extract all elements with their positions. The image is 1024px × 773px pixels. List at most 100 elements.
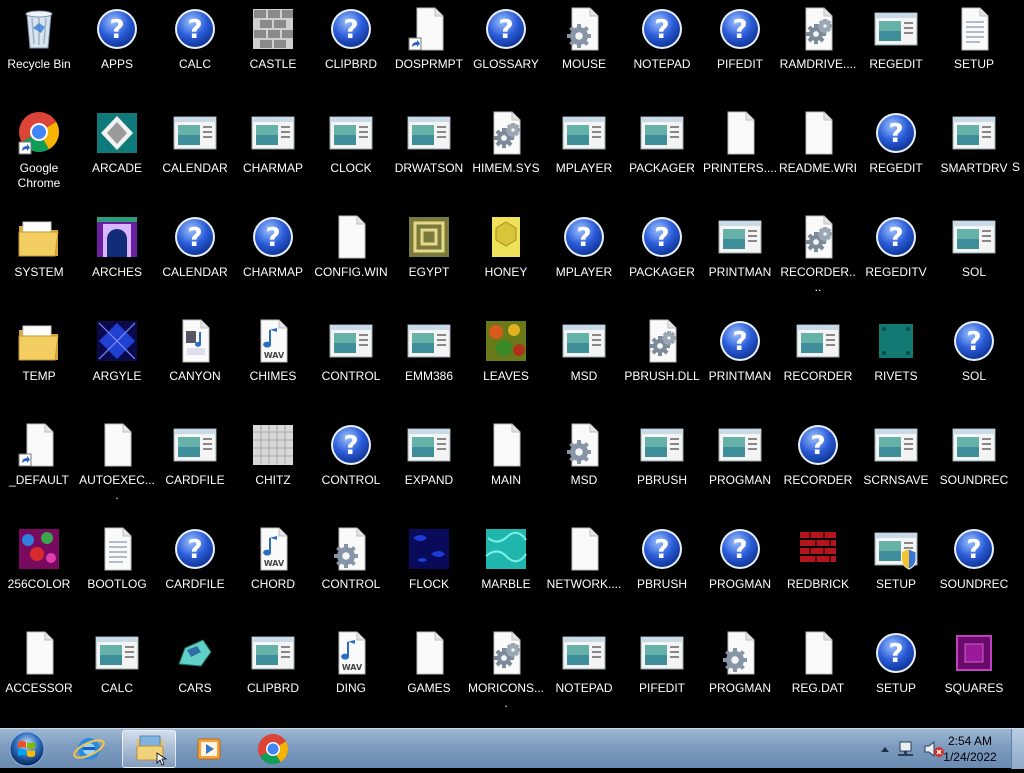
desktop-icon[interactable]: FLOCK bbox=[390, 520, 468, 620]
desktop-icon[interactable]: _DEFAULT bbox=[0, 416, 78, 516]
desktop-icon[interactable]: PBRUSH bbox=[623, 416, 701, 516]
desktop-icon[interactable]: HIMEM.SYS bbox=[467, 104, 545, 204]
desktop-icon[interactable]: CONTROL bbox=[312, 312, 390, 412]
desktop-icon[interactable]: BOOTLOG bbox=[78, 520, 156, 620]
desktop-icon[interactable]: CANYON bbox=[156, 312, 234, 412]
start-button[interactable] bbox=[4, 730, 50, 768]
desktop-icon[interactable]: SETUP bbox=[857, 520, 935, 620]
desktop-icon[interactable]: CLOCK bbox=[312, 104, 390, 204]
taskbar-clock[interactable]: 2:54 AM 1/24/2022 bbox=[930, 733, 1010, 765]
desktop-icon[interactable]: Google Chrome bbox=[0, 104, 78, 204]
desktop-icon[interactable]: SCRNSAVE bbox=[857, 416, 935, 516]
desktop-icon[interactable]: ? CALC bbox=[156, 0, 234, 100]
desktop-icon[interactable]: SOL bbox=[935, 208, 1013, 308]
desktop-icon[interactable]: ARCADE bbox=[78, 104, 156, 204]
desktop-icon[interactable]: ARGYLE bbox=[78, 312, 156, 412]
desktop-icon[interactable]: CALENDAR bbox=[156, 104, 234, 204]
desktop-icon[interactable]: SQUARES bbox=[935, 624, 1013, 724]
desktop-icon[interactable]: 256COLOR bbox=[0, 520, 78, 620]
desktop-icon[interactable]: README.WRI bbox=[779, 104, 857, 204]
desktop-icon[interactable]: ? SOUNDREC bbox=[935, 520, 1013, 620]
desktop-icon[interactable]: MPLAYER bbox=[545, 104, 623, 204]
desktop-icon[interactable]: CONTROL bbox=[312, 520, 390, 620]
desktop-icon[interactable]: SMARTDRV bbox=[935, 104, 1013, 204]
desktop-icon[interactable]: WAV CHORD bbox=[234, 520, 312, 620]
desktop-icon[interactable]: ? CALENDAR bbox=[156, 208, 234, 308]
desktop-icon[interactable]: CARS bbox=[156, 624, 234, 724]
desktop-icon[interactable]: ? PRINTMAN bbox=[701, 312, 779, 412]
desktop-icon[interactable]: ? CARDFILE bbox=[156, 520, 234, 620]
desktop-icon[interactable]: SOUNDREC bbox=[935, 416, 1013, 516]
desktop-icon[interactable]: PROGMAN bbox=[701, 416, 779, 516]
taskbar-internet-explorer[interactable] bbox=[62, 730, 116, 768]
desktop-icon[interactable]: PIFEDIT bbox=[623, 624, 701, 724]
desktop-icon[interactable]: ? APPS bbox=[78, 0, 156, 100]
desktop-icon[interactable]: ? PACKAGER bbox=[623, 208, 701, 308]
desktop-icon[interactable]: GAMES bbox=[390, 624, 468, 724]
desktop-icon[interactable]: Recycle Bin bbox=[0, 0, 78, 100]
taskbar-google-chrome[interactable] bbox=[246, 730, 300, 768]
desktop-icon[interactable]: REDBRICK bbox=[779, 520, 857, 620]
show-hidden-icons-arrow[interactable] bbox=[878, 729, 892, 769]
desktop-icon[interactable]: MOUSE bbox=[545, 0, 623, 100]
desktop-icon[interactable]: NETWORK.... bbox=[545, 520, 623, 620]
desktop-icon[interactable]: CHARMAP bbox=[234, 104, 312, 204]
desktop-icon[interactable]: SYSTEM bbox=[0, 208, 78, 308]
desktop-icon[interactable]: ? MPLAYER bbox=[545, 208, 623, 308]
desktop-icon[interactable]: CONFIG.WIN bbox=[312, 208, 390, 308]
desktop-icon[interactable]: ACCESSOR bbox=[0, 624, 78, 724]
taskbar-windows-explorer[interactable] bbox=[122, 730, 176, 768]
desktop-icon[interactable]: RIVETS bbox=[857, 312, 935, 412]
desktop-icon[interactable]: RECORDER bbox=[779, 312, 857, 412]
desktop-icon[interactable]: CARDFILE bbox=[156, 416, 234, 516]
desktop-icon[interactable]: MSD bbox=[545, 312, 623, 412]
desktop-icon[interactable]: EMM386 bbox=[390, 312, 468, 412]
desktop-icon[interactable]: ? NOTEPAD bbox=[623, 0, 701, 100]
desktop-icon[interactable]: MARBLE bbox=[467, 520, 545, 620]
desktop-icon[interactable]: RECORDER.... bbox=[779, 208, 857, 308]
desktop-icon[interactable]: WAV DING bbox=[312, 624, 390, 724]
desktop-icon[interactable]: TEMP bbox=[0, 312, 78, 412]
desktop-icon[interactable]: ? SOL bbox=[935, 312, 1013, 412]
desktop-icon[interactable]: ? PIFEDIT bbox=[701, 0, 779, 100]
desktop-icon[interactable]: RAMDRIVE.... bbox=[779, 0, 857, 100]
desktop-icon[interactable]: WAV CHIMES bbox=[234, 312, 312, 412]
desktop-icon[interactable]: ? PBRUSH bbox=[623, 520, 701, 620]
desktop-icon[interactable]: PRINTERS.... bbox=[701, 104, 779, 204]
desktop-icon[interactable]: REG.DAT bbox=[779, 624, 857, 724]
desktop-icon[interactable]: DRWATSON bbox=[390, 104, 468, 204]
desktop-icon[interactable]: PRINTMAN bbox=[701, 208, 779, 308]
desktop-icon[interactable]: ? REGEDIT bbox=[857, 104, 935, 204]
desktop-icon[interactable]: SETUP bbox=[935, 0, 1013, 100]
desktop-icon[interactable]: PACKAGER bbox=[623, 104, 701, 204]
desktop-icon[interactable]: HONEY bbox=[467, 208, 545, 308]
desktop-icon[interactable]: LEAVES bbox=[467, 312, 545, 412]
desktop-icon[interactable]: EXPAND bbox=[390, 416, 468, 516]
desktop-icon[interactable]: MORICONS.... bbox=[467, 624, 545, 724]
desktop-icon[interactable]: PBRUSH.DLL bbox=[623, 312, 701, 412]
desktop-icon[interactable]: ? PROGMAN bbox=[701, 520, 779, 620]
desktop-icon[interactable]: ARCHES bbox=[78, 208, 156, 308]
desktop-icon[interactable]: CHITZ bbox=[234, 416, 312, 516]
desktop-icon[interactable]: CLIPBRD bbox=[234, 624, 312, 724]
desktop-icon[interactable]: ? SETUP bbox=[857, 624, 935, 724]
desktop-icon[interactable]: MAIN bbox=[467, 416, 545, 516]
desktop-icon[interactable]: ? CLIPBRD bbox=[312, 0, 390, 100]
desktop-icon[interactable]: EGYPT bbox=[390, 208, 468, 308]
desktop-icon[interactable]: CALC bbox=[78, 624, 156, 724]
desktop-icon[interactable]: ? GLOSSARY bbox=[467, 0, 545, 100]
desktop-icon[interactable]: MSD bbox=[545, 416, 623, 516]
desktop-icon[interactable]: ? CONTROL bbox=[312, 416, 390, 516]
desktop-icon[interactable]: REGEDIT bbox=[857, 0, 935, 100]
show-desktop-button[interactable] bbox=[1011, 729, 1024, 769]
desktop-icon[interactable]: CASTLE bbox=[234, 0, 312, 100]
desktop-icon[interactable]: ? RECORDER bbox=[779, 416, 857, 516]
desktop-icon[interactable]: PROGMAN bbox=[701, 624, 779, 724]
desktop-icon[interactable]: AUTOEXEC.... bbox=[78, 416, 156, 516]
network-disconnected-icon[interactable] bbox=[896, 729, 920, 769]
taskbar-media-player[interactable] bbox=[182, 730, 236, 768]
desktop-icon[interactable]: NOTEPAD bbox=[545, 624, 623, 724]
desktop-icon[interactable]: ? REGEDITV bbox=[857, 208, 935, 308]
desktop-icon[interactable]: ? CHARMAP bbox=[234, 208, 312, 308]
desktop-icon[interactable]: DOSPRMPT bbox=[390, 0, 468, 100]
